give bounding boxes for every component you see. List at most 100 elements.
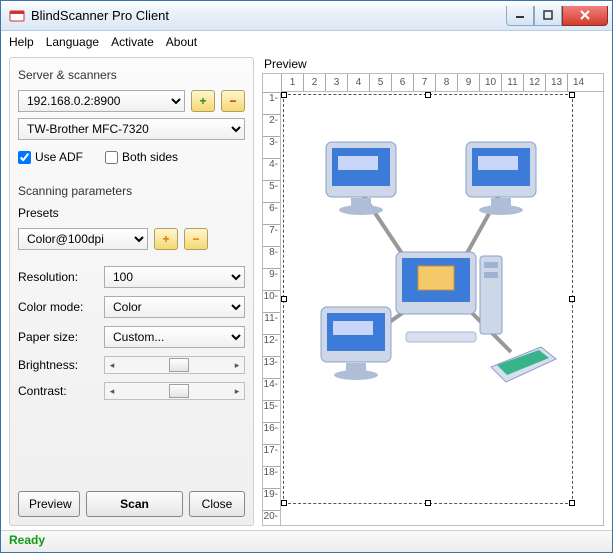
ruler-v-tick: 12- [263,334,280,356]
scanner-select[interactable]: TW-Brother MFC-7320 [18,118,245,140]
chevron-right-icon[interactable]: ▸ [230,357,244,373]
color-mode-select[interactable]: Color [104,296,245,318]
ruler-h-tick: 10 [479,74,501,91]
preview-image [301,122,561,402]
ruler-v-tick: 9- [263,268,280,290]
ruler-h-tick: 14 [567,74,589,91]
handle-ml[interactable] [281,296,287,302]
ruler-horizontal: 1234567891011121314 [281,74,603,92]
menubar: Help Language Activate About [1,31,612,53]
minimize-button[interactable] [506,6,534,26]
preview-area[interactable]: 1234567891011121314 1-2-3-4-5-6-7-8-9-10… [262,73,604,526]
ruler-v-tick: 10- [263,290,280,312]
both-sides-label: Both sides [122,150,178,164]
ruler-v-tick: 16- [263,422,280,444]
titlebar: BlindScanner Pro Client [1,1,612,31]
server-address-select[interactable]: 192.168.0.2:8900 [18,90,185,112]
both-sides-checkbox[interactable] [105,151,118,164]
contrast-slider[interactable]: ◂ ▸ [104,382,245,400]
ruler-v-tick: 2- [263,114,280,136]
ruler-h-tick: 4 [347,74,369,91]
preset-select[interactable]: Color@100dpi [18,228,148,250]
ruler-v-tick: 5- [263,180,280,202]
status-text: Ready [9,533,45,547]
add-preset-button[interactable]: + [154,228,178,250]
paper-size-select[interactable]: Custom... [104,326,245,348]
handle-br[interactable] [569,500,575,506]
window-buttons [506,6,608,26]
chevron-left-icon[interactable]: ◂ [105,357,119,373]
chevron-left-icon[interactable]: ◂ [105,383,119,399]
ruler-v-tick: 18- [263,466,280,488]
ruler-h-tick: 2 [303,74,325,91]
right-panel: Preview 1234567891011121314 1-2-3-4-5-6-… [262,57,604,526]
menu-language[interactable]: Language [46,35,99,49]
app-window: BlindScanner Pro Client Help Language Ac… [0,0,613,553]
maximize-button[interactable] [534,6,562,26]
add-server-button[interactable]: + [191,90,215,112]
ruler-h-tick: 13 [545,74,567,91]
ruler-v-tick: 7- [263,224,280,246]
contrast-label: Contrast: [18,384,98,398]
plus-icon: + [199,94,206,108]
remove-server-button[interactable]: − [221,90,245,112]
left-panel: Server & scanners 192.168.0.2:8900 + − T… [9,57,254,526]
use-adf-checkbox[interactable] [18,151,31,164]
ruler-v-tick: 11- [263,312,280,334]
contrast-thumb[interactable] [169,384,189,398]
brightness-slider[interactable]: ◂ ▸ [104,356,245,374]
content-area: Server & scanners 192.168.0.2:8900 + − T… [1,53,612,530]
status-bar: Ready [1,530,612,552]
ruler-v-tick: 1- [263,92,280,114]
close-window-button[interactable] [562,6,608,26]
ruler-h-tick: 3 [325,74,347,91]
ruler-h-tick: 1 [281,74,303,91]
ruler-v-tick: 19- [263,488,280,510]
ruler-v-tick: 4- [263,158,280,180]
handle-tl[interactable] [281,92,287,98]
chevron-right-icon[interactable]: ▸ [230,383,244,399]
handle-tm[interactable] [425,92,431,98]
minus-icon: − [192,232,199,246]
handle-bm[interactable] [425,500,431,506]
ruler-v-tick: 8- [263,246,280,268]
ruler-vertical: 1-2-3-4-5-6-7-8-9-10-11-12-13-14-15-16-1… [263,92,281,525]
scan-section-label: Scanning parameters [18,184,245,198]
preview-canvas [281,92,603,525]
ruler-v-tick: 14- [263,378,280,400]
minus-icon: − [229,94,236,108]
ruler-h-tick: 5 [369,74,391,91]
app-icon [9,8,25,24]
ruler-v-tick: 17- [263,444,280,466]
ruler-v-tick: 13- [263,356,280,378]
resolution-select[interactable]: 100 [104,266,245,288]
resolution-label: Resolution: [18,270,98,284]
preview-label: Preview [262,57,604,71]
ruler-h-tick: 6 [391,74,413,91]
handle-bl[interactable] [281,500,287,506]
ruler-v-tick: 3- [263,136,280,158]
paper-size-label: Paper size: [18,330,98,344]
color-mode-label: Color mode: [18,300,98,314]
preview-button[interactable]: Preview [18,491,80,517]
use-adf-label: Use ADF [35,150,83,164]
remove-preset-button[interactable]: − [184,228,208,250]
menu-help[interactable]: Help [9,35,34,49]
window-title: BlindScanner Pro Client [31,8,506,23]
brightness-thumb[interactable] [169,358,189,372]
server-section-label: Server & scanners [18,68,245,82]
menu-about[interactable]: About [166,35,197,49]
scan-button[interactable]: Scan [86,491,183,517]
handle-mr[interactable] [569,296,575,302]
presets-label: Presets [18,206,245,220]
brightness-label: Brightness: [18,358,98,372]
menu-activate[interactable]: Activate [111,35,154,49]
ruler-h-tick: 7 [413,74,435,91]
ruler-v-tick: 20- [263,510,280,526]
handle-tr[interactable] [569,92,575,98]
ruler-h-tick: 8 [435,74,457,91]
close-button[interactable]: Close [189,491,245,517]
ruler-v-tick: 15- [263,400,280,422]
ruler-h-tick: 12 [523,74,545,91]
ruler-h-tick: 11 [501,74,523,91]
